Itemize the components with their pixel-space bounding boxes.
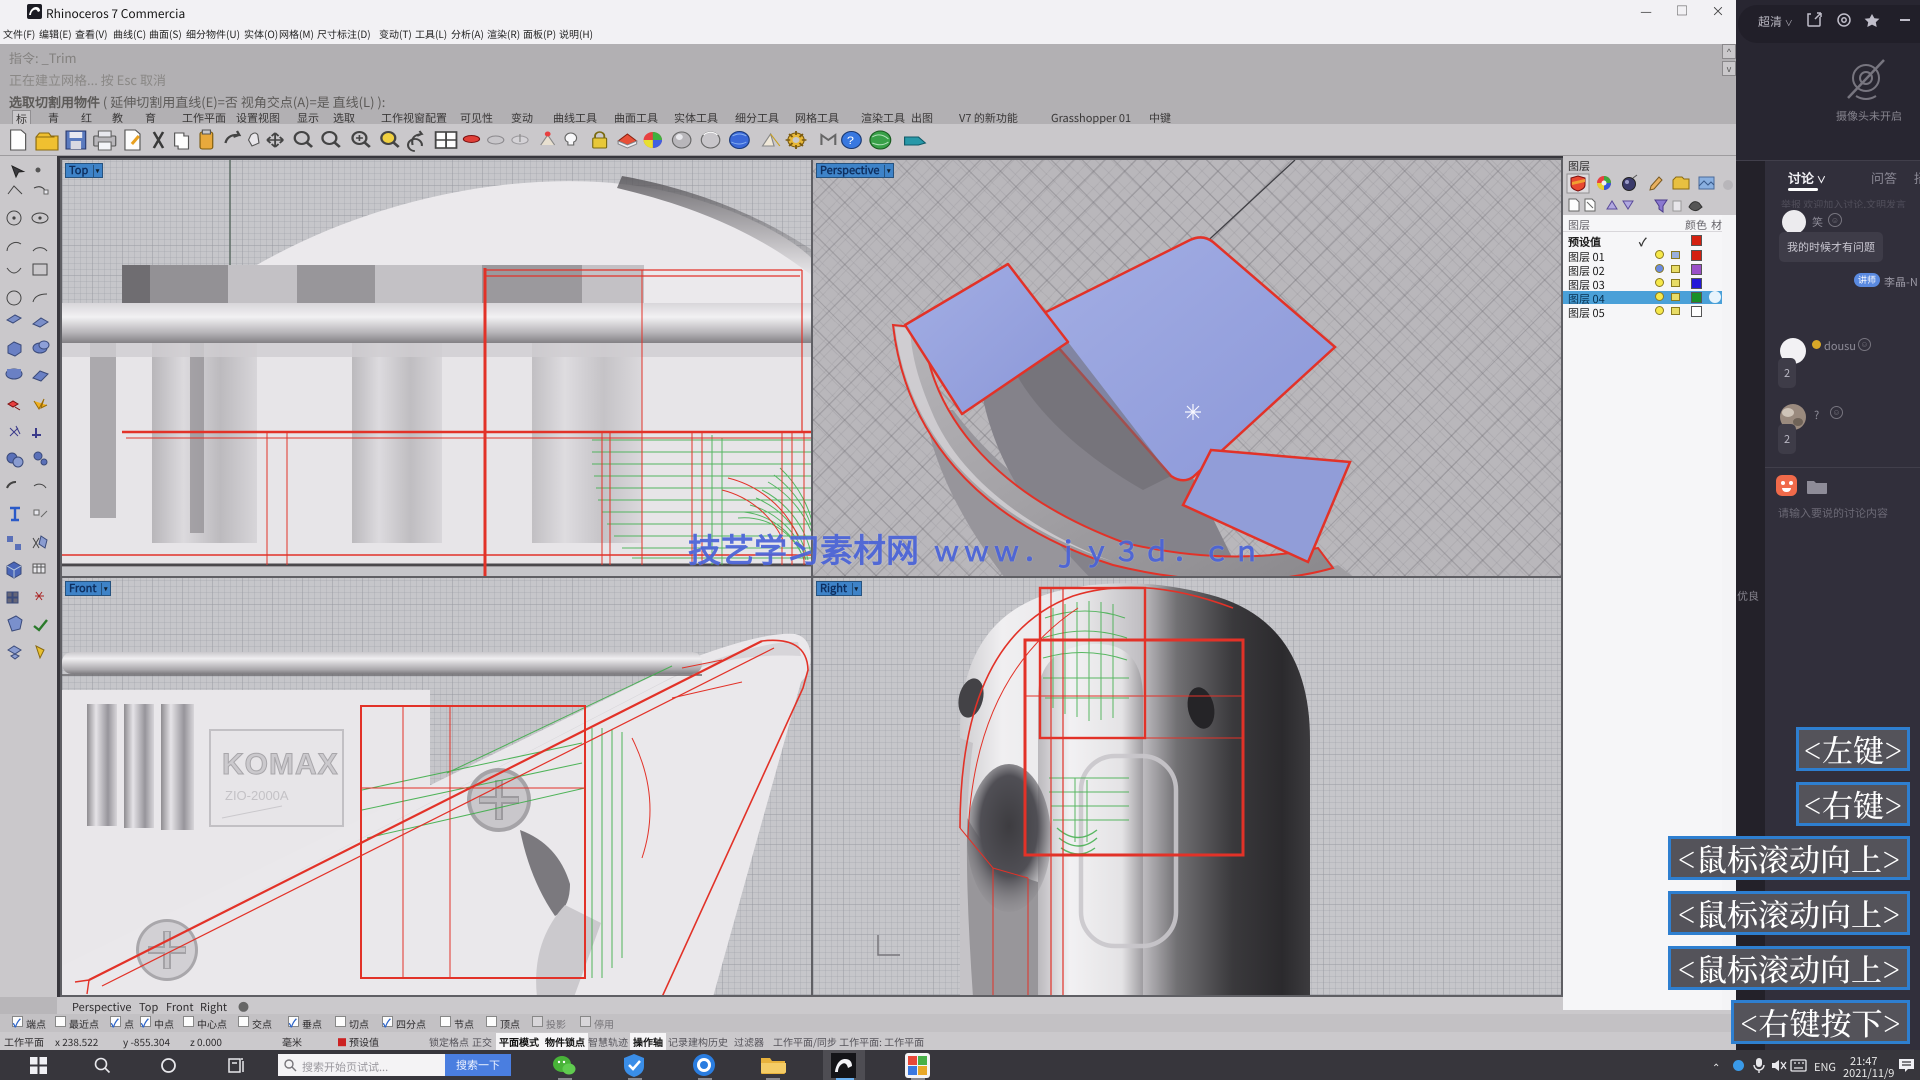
svg-text:?: ? — [847, 134, 854, 147]
svg-text:ZIO-2000A: ZIO-2000A — [225, 788, 289, 803]
svg-text:KOMAX: KOMAX — [222, 748, 339, 781]
